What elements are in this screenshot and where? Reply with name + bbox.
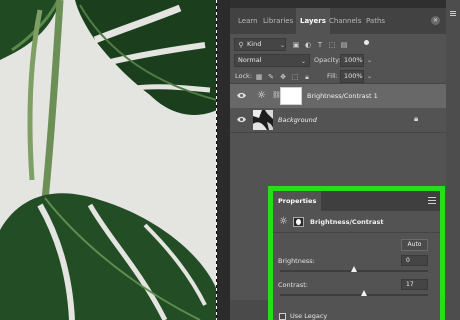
- brightness-adjustment-icon: ☼: [257, 90, 266, 101]
- layer-thumbnail: [253, 110, 273, 130]
- chevron-down-icon[interactable]: ⌄: [367, 70, 372, 83]
- contrast-slider-thumb[interactable]: [361, 290, 367, 296]
- lock-all-icon[interactable]: 🔒︎: [303, 73, 311, 81]
- contrast-input[interactable]: 17: [401, 279, 428, 290]
- chevron-down-icon: ⌄: [301, 58, 307, 65]
- brightness-label: Brightness:: [278, 257, 315, 265]
- filter-toggle-icon[interactable]: [364, 40, 369, 45]
- panel-tab-bar: Learn Libraries Layers Channels Paths ✕: [230, 8, 446, 34]
- panel-menu-icon[interactable]: [428, 197, 436, 204]
- tab-learn[interactable]: Learn: [234, 8, 262, 34]
- tab-properties[interactable]: Properties: [273, 191, 322, 211]
- chevron-down-icon: ⌄: [280, 42, 286, 49]
- panel-topbar: [230, 0, 446, 8]
- opacity-input[interactable]: 100%: [340, 54, 364, 67]
- properties-header: Properties: [273, 191, 440, 211]
- pixel-filter-icon[interactable]: ▣: [292, 41, 300, 49]
- lock-pixels-icon[interactable]: ✎: [267, 73, 275, 81]
- type-filter-icon[interactable]: T: [316, 41, 324, 49]
- layer-mask-thumbnail[interactable]: [280, 87, 302, 105]
- contrast-slider-track[interactable]: [280, 294, 428, 296]
- opacity-label: Opacity:: [314, 56, 341, 64]
- blend-mode-value: Normal: [238, 56, 262, 64]
- lock-position-icon[interactable]: ✥: [279, 73, 287, 81]
- monstera-leaf-photo: [0, 0, 217, 320]
- close-icon[interactable]: ✕: [431, 16, 440, 25]
- filter-kind-label: Kind: [247, 40, 262, 48]
- use-legacy-checkbox[interactable]: [279, 313, 286, 320]
- lock-icon: 🔒︎: [414, 114, 419, 123]
- mask-icon[interactable]: [293, 217, 304, 227]
- blend-mode-select[interactable]: Normal ⌄: [234, 54, 310, 67]
- layer-row[interactable]: ☼ ⛓ Brightness/Contrast 1: [230, 84, 446, 108]
- use-legacy-label: Use Legacy: [290, 312, 328, 320]
- panel-scroll-strip: [446, 0, 460, 320]
- brightness-input[interactable]: 0: [401, 255, 428, 266]
- shape-filter-icon[interactable]: ⬚: [328, 41, 336, 49]
- adjustment-title: Brightness/Contrast: [310, 218, 384, 226]
- properties-panel: Properties ☼ Brightness/Contrast Auto Br…: [268, 186, 445, 320]
- tab-channels[interactable]: Channels: [325, 8, 365, 34]
- tab-libraries[interactable]: Libraries: [259, 8, 297, 34]
- layer-name[interactable]: Brightness/Contrast 1: [307, 84, 378, 108]
- divider: [230, 132, 446, 133]
- auto-button[interactable]: Auto: [401, 239, 428, 251]
- layer-row[interactable]: Background 🔒︎: [230, 108, 446, 132]
- eye-icon[interactable]: [237, 116, 246, 123]
- fill-input[interactable]: 100%: [340, 70, 364, 83]
- search-icon: ⚲: [238, 41, 244, 49]
- tab-paths[interactable]: Paths: [362, 8, 389, 34]
- brightness-adjustment-icon: ☼: [279, 216, 288, 227]
- fill-label: Fill:: [327, 72, 338, 80]
- lock-transparent-icon[interactable]: ▦: [255, 73, 263, 81]
- lock-label: Lock:: [235, 72, 253, 80]
- adjustment-title-row: ☼ Brightness/Contrast: [273, 213, 440, 233]
- image-canvas[interactable]: [0, 0, 217, 320]
- canvas-gutter: [217, 0, 230, 320]
- filter-kind-select[interactable]: ⚲ Kind ⌄: [234, 38, 286, 51]
- lock-artboard-icon[interactable]: ⬚: [291, 73, 299, 81]
- chevron-down-icon[interactable]: ⌄: [367, 54, 372, 67]
- smart-object-filter-icon[interactable]: ▤: [340, 41, 348, 49]
- adjustment-filter-icon[interactable]: ◐: [304, 41, 312, 49]
- brightness-slider-thumb[interactable]: [351, 266, 357, 272]
- contrast-label: Contrast:: [278, 281, 308, 289]
- layer-name[interactable]: Background: [278, 108, 317, 132]
- eye-icon[interactable]: [237, 92, 246, 99]
